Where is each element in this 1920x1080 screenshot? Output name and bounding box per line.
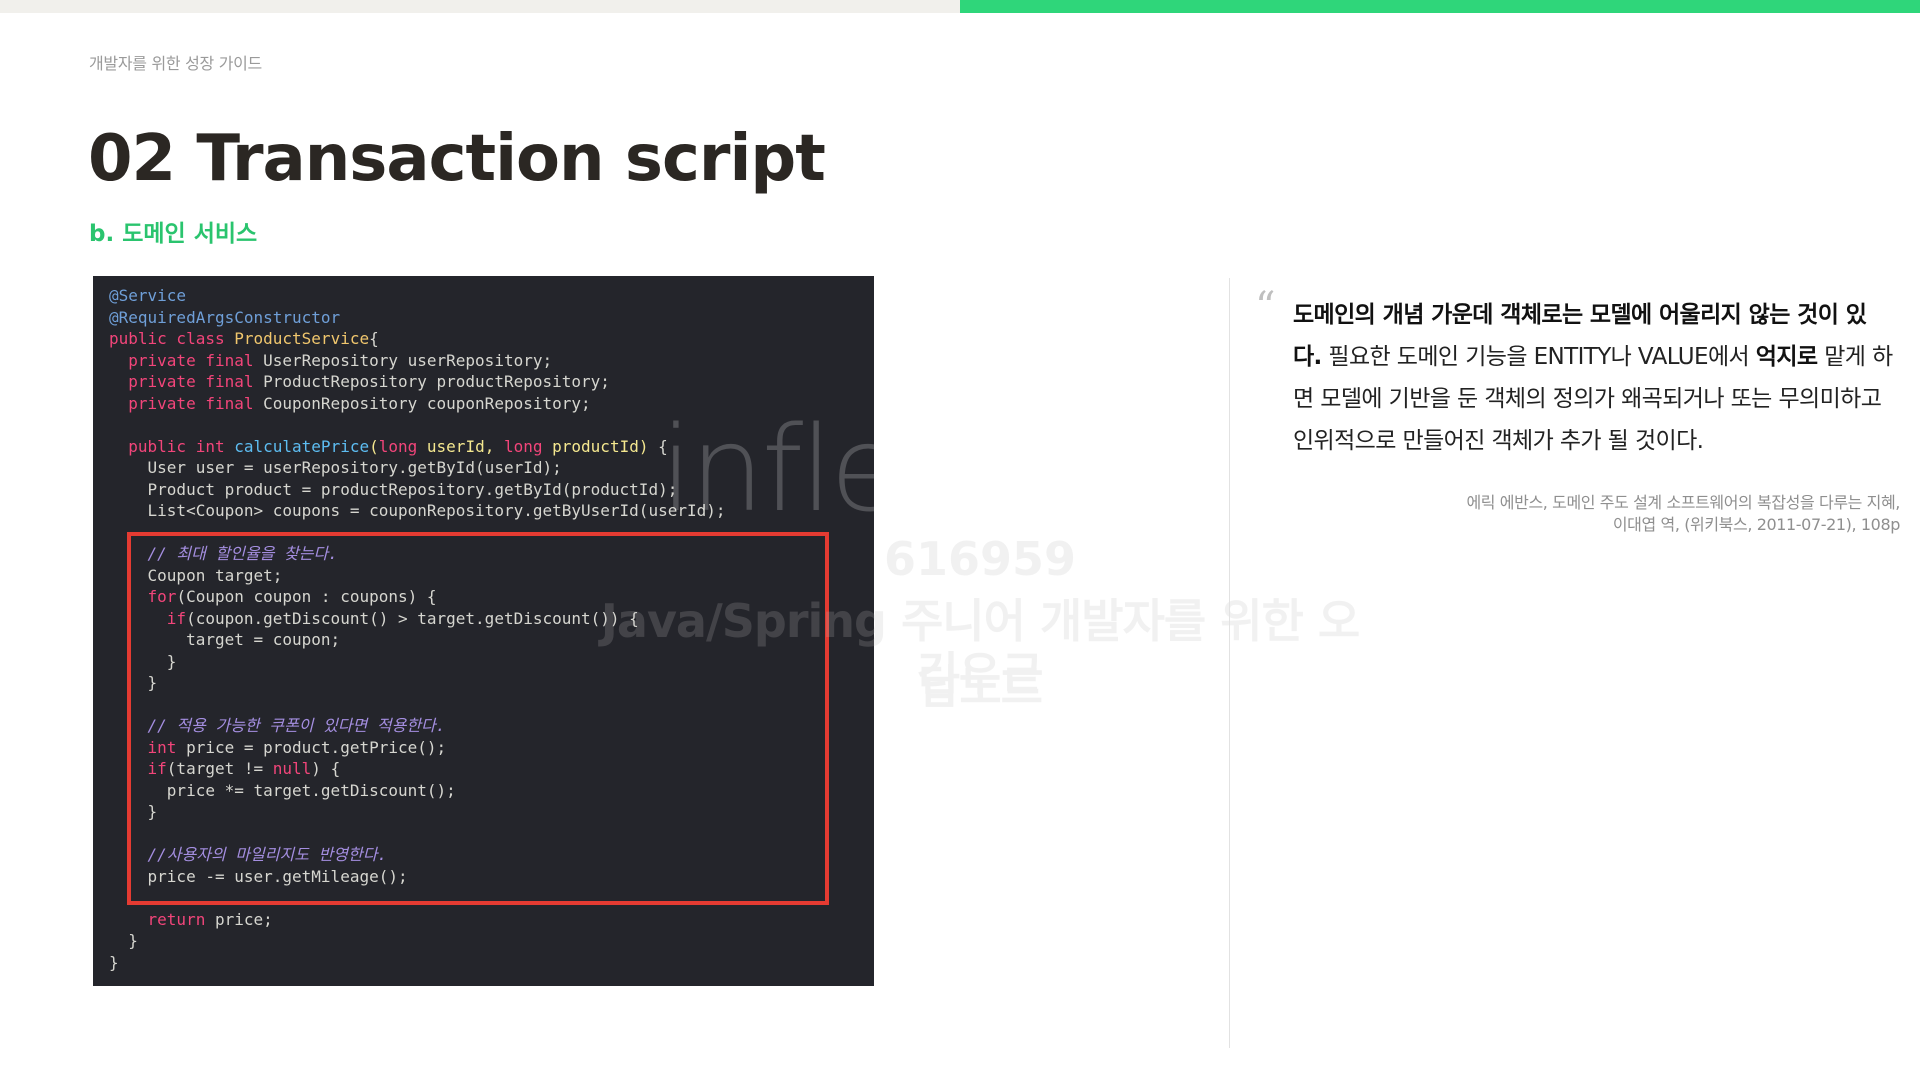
code-token: CouponRepository couponRepository;: [263, 393, 591, 413]
code-line: List<Coupon> coupons = couponRepository.…: [109, 501, 726, 520]
code-token: public class: [109, 329, 235, 348]
code-line: private final UserRepository userReposit…: [109, 351, 552, 370]
progress-bar: [960, 0, 1920, 13]
code-highlight-box: [127, 532, 829, 905]
code-token: userId,: [426, 436, 504, 456]
vertical-divider: [1229, 278, 1230, 1048]
code-token: return: [147, 909, 215, 929]
code-token: }: [109, 952, 119, 972]
code-token: private final: [128, 372, 264, 391]
slide-title: 02 Transaction script: [88, 122, 826, 196]
code-token: calculatePrice: [234, 436, 370, 456]
code-line: return price;: [109, 910, 273, 929]
quote-citation: 에릭 에반스, 도메인 주도 설계 소프트웨어의 복잡성을 다루는 지혜, 이대…: [1340, 492, 1900, 536]
code-token: private final: [128, 350, 264, 370]
code-token: (: [369, 436, 379, 456]
code-token: {: [658, 436, 668, 456]
code-token: productId): [552, 436, 659, 456]
code-token: public int: [128, 436, 235, 456]
header-caption: 개발자를 위한 성장 가이드: [89, 54, 262, 73]
code-token: ProductService: [234, 329, 370, 348]
code-token: List<Coupon> coupons = couponRepository.…: [109, 501, 726, 520]
code-token: UserRepository userRepository;: [263, 350, 553, 370]
code-line: @Service: [109, 286, 186, 305]
quote-bold-2: 억지로: [1755, 344, 1818, 370]
code-token: Product product = productRepository.getB…: [109, 479, 678, 499]
quote-text-1: 필요한 도메인 기능을 ENTITY나 VALUE에서: [1321, 344, 1756, 370]
citation-line-2: 이대엽 역, (위키북스, 2011-07-21), 108p: [1612, 515, 1901, 534]
code-token: @RequiredArgsConstructor: [109, 307, 341, 327]
code-token: ProductRepository productRepository;: [263, 372, 610, 391]
code-line: private final ProductRepository productR…: [109, 372, 610, 391]
code-token: {: [369, 329, 379, 348]
code-token: long: [503, 436, 553, 456]
code-line: }: [109, 953, 119, 972]
code-line: public int calculatePrice(long userId, l…: [109, 436, 668, 456]
code-line: Product product = productRepository.getB…: [109, 479, 678, 499]
code-token: price;: [214, 909, 273, 929]
code-line: @RequiredArgsConstructor: [109, 308, 340, 327]
quote-text: 도메인의 개념 가운데 객체로는 모델에 어울리지 않는 것이 있다. 필요한 …: [1293, 294, 1893, 462]
code-token: }: [109, 931, 138, 950]
slide-subtitle: b. 도메인 서비스: [89, 221, 258, 247]
code-line: public class ProductService{: [109, 329, 379, 348]
code-line: User user = userRepository.getById(userI…: [109, 458, 562, 477]
code-token: private final: [128, 393, 264, 413]
code-token: User user = userRepository.getById(userI…: [109, 458, 562, 477]
code-line: }: [109, 931, 138, 950]
citation-line-1: 에릭 에반스, 도메인 주도 설계 소프트웨어의 복잡성을 다루는 지혜,: [1466, 493, 1900, 512]
code-token: long: [378, 436, 427, 456]
progress-track: [0, 0, 1920, 13]
quote-mark-icon: “: [1255, 284, 1276, 330]
code-line: private final CouponRepository couponRep…: [109, 393, 591, 413]
code-token: @Service: [109, 286, 187, 305]
